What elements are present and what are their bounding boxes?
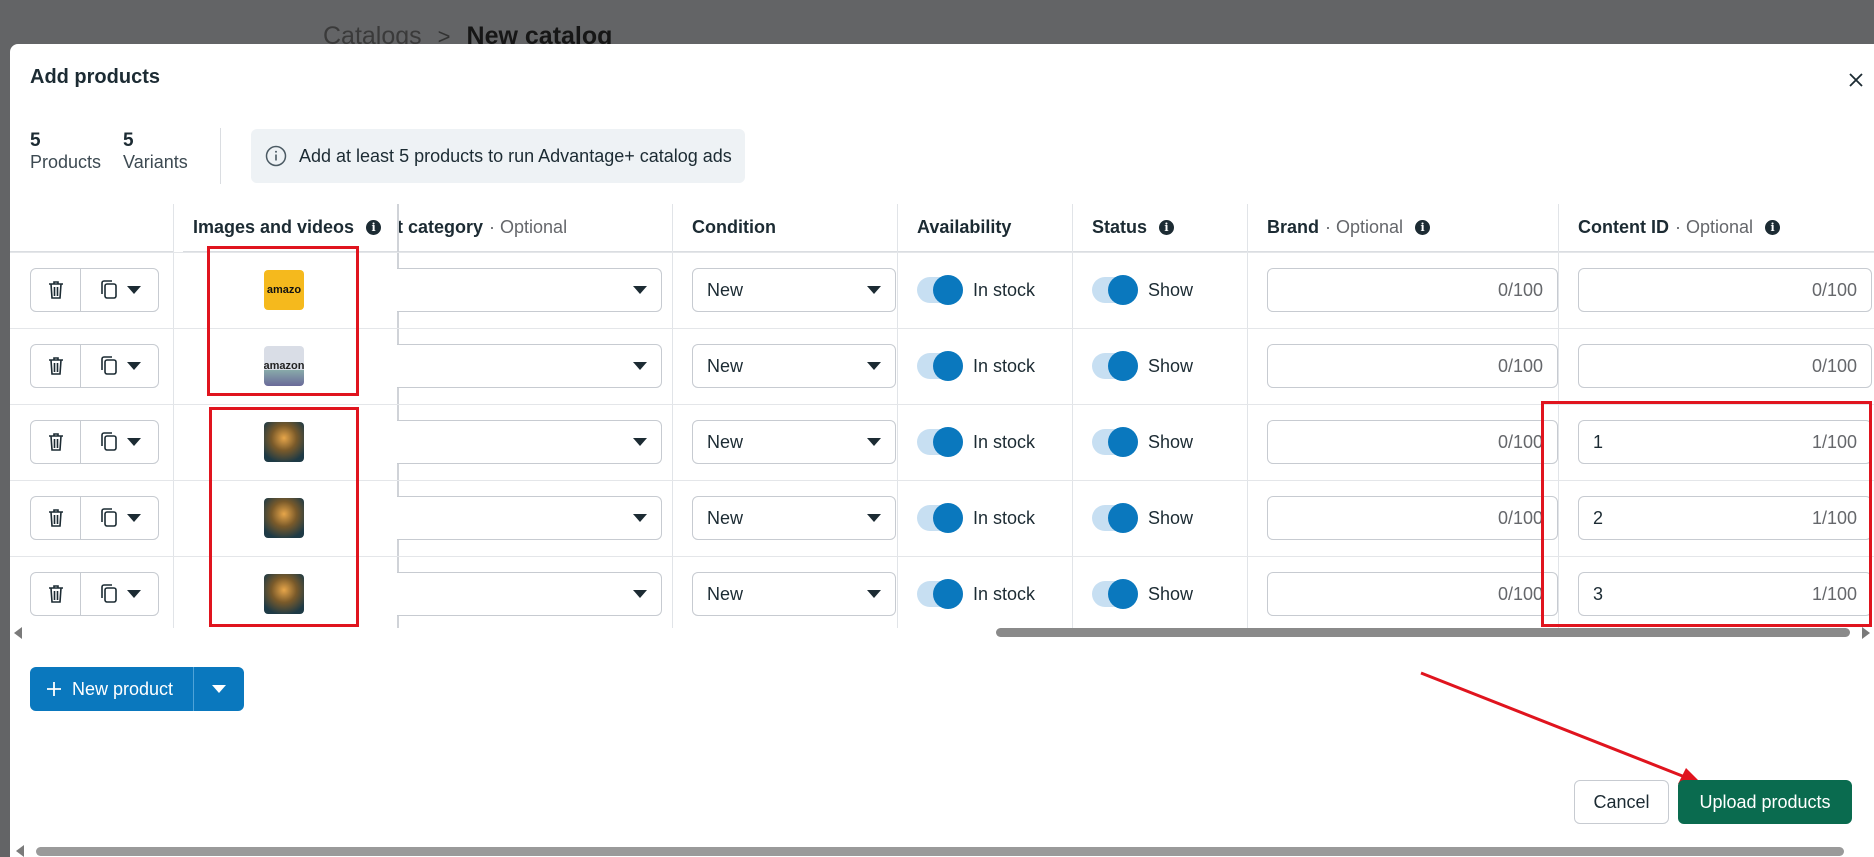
upload-products-button[interactable]: Upload products [1678, 780, 1852, 824]
modal-horizontal-scrollbar[interactable] [10, 844, 1874, 857]
add-products-modal: Add products 5 Products 5 Variants Add a… [10, 44, 1874, 857]
cancel-button[interactable]: Cancel [1574, 780, 1669, 824]
scroll-left-icon[interactable] [16, 845, 24, 857]
scrollbar-thumb[interactable] [36, 847, 1844, 856]
annotation-arrow [1420, 671, 1704, 786]
